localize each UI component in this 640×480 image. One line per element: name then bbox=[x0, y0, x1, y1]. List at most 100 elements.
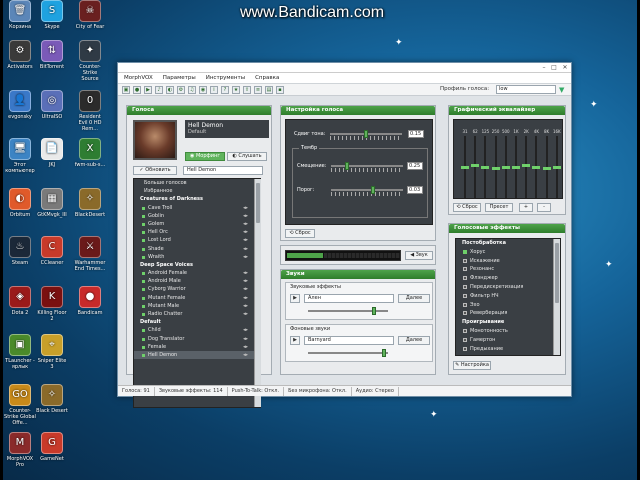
voice-list-item[interactable]: ◂▸ Radio Chatter bbox=[134, 310, 260, 318]
desktop-icon[interactable]: ✦ Counter-Strike Source bbox=[74, 40, 106, 82]
desktop-icon[interactable]: Xfwm-sub-s... bbox=[74, 138, 106, 168]
voice-list-scrollbar[interactable] bbox=[254, 179, 261, 407]
effect-category[interactable]: Проигрывание bbox=[456, 318, 560, 327]
fx-list-scroll-thumb[interactable] bbox=[555, 243, 559, 303]
effect-checkbox[interactable] bbox=[463, 337, 467, 342]
effect-list-item[interactable]: Гамертон bbox=[456, 336, 560, 345]
desktop-icon[interactable]: ◎ UltraISO bbox=[36, 90, 68, 120]
background-volume-knob[interactable] bbox=[382, 349, 386, 357]
voice-list-item[interactable]: ◂▸ Goblin bbox=[134, 212, 260, 220]
timbre-shift-knob[interactable] bbox=[345, 162, 349, 170]
desktop-icon[interactable]: ⚔ Warhammer End Times... bbox=[74, 236, 106, 272]
eq-band-knob[interactable] bbox=[512, 165, 520, 169]
eq-band-slider[interactable] bbox=[481, 136, 490, 198]
desktop-icon[interactable]: ✧ Black Desert bbox=[36, 384, 68, 414]
eq-band-knob[interactable] bbox=[552, 165, 561, 169]
effect-list-item[interactable]: Предыхание bbox=[456, 345, 560, 354]
effect-checkbox[interactable] bbox=[463, 284, 467, 289]
desktop-icon[interactable]: ⌖ Sniper Elite 3 bbox=[36, 334, 68, 370]
pitch-value[interactable]: 0.15 bbox=[408, 130, 424, 138]
desktop-icon[interactable]: G GameNet bbox=[36, 432, 68, 462]
close-icon[interactable]: ✕ bbox=[561, 64, 569, 71]
effect-list-item[interactable]: Эхо bbox=[456, 301, 560, 310]
eq-band-slider[interactable] bbox=[542, 136, 551, 198]
fx-list-scrollbar[interactable] bbox=[553, 239, 560, 355]
eq-band-knob[interactable] bbox=[481, 165, 490, 169]
desktop-icon[interactable]: ⚙ Activators bbox=[4, 40, 36, 70]
help-icon[interactable]: ? bbox=[221, 85, 229, 94]
eq-band-slider[interactable] bbox=[491, 136, 500, 198]
lock-icon[interactable]: ▪ bbox=[276, 85, 284, 94]
voice-list-item[interactable]: ◂▸ Android Female bbox=[134, 269, 260, 277]
eq-preset-button[interactable]: Пресет bbox=[485, 203, 513, 212]
threshold-knob[interactable] bbox=[371, 186, 375, 194]
background-volume-slider[interactable] bbox=[308, 352, 388, 354]
desktop-icon[interactable]: 👤 evgonsky bbox=[4, 90, 36, 120]
effect-list-item[interactable]: Флэнджер bbox=[456, 274, 560, 283]
effect-checkbox[interactable] bbox=[463, 311, 467, 316]
voice-list-item[interactable]: ◂▸ Hell Demon bbox=[134, 350, 260, 360]
effect-list-item[interactable]: Фильтр НЧ bbox=[456, 292, 560, 301]
voice-list-item[interactable]: ◂▸ Dog Translator bbox=[134, 335, 260, 343]
play-background-button[interactable]: ▶ bbox=[290, 336, 300, 345]
list-icon[interactable]: ≡ bbox=[254, 85, 262, 94]
desktop-icon[interactable]: 🖥 Этот компьютер bbox=[4, 138, 36, 174]
effect-list-item[interactable]: Резонанс bbox=[456, 265, 560, 274]
desktop-icon[interactable]: ☠ City of Fear bbox=[74, 0, 106, 30]
eq-add-button[interactable]: + bbox=[519, 203, 533, 212]
eq-band-slider[interactable] bbox=[461, 136, 469, 198]
minimize-icon[interactable]: – bbox=[540, 64, 548, 71]
menu-options[interactable]: Параметры bbox=[163, 75, 196, 81]
voice-list-item[interactable]: ◂▸ Mutant Female bbox=[134, 294, 260, 302]
voice-list-scroll-thumb[interactable] bbox=[256, 183, 260, 223]
voice-list-item[interactable]: Избранное bbox=[134, 187, 260, 195]
voice-list-item[interactable]: ◂▸ Wraith bbox=[134, 253, 260, 261]
effect-checkbox[interactable] bbox=[463, 302, 467, 307]
effect-next-button[interactable]: Далее bbox=[398, 294, 430, 303]
mic-icon[interactable]: ♪ bbox=[155, 85, 163, 94]
desktop-icon[interactable]: 🗑 Корзина bbox=[4, 0, 36, 30]
desktop-icon[interactable]: C CCleaner bbox=[36, 236, 68, 266]
effect-list-item[interactable]: Монотонность bbox=[456, 327, 560, 336]
effect-list-item[interactable]: Реверберация bbox=[456, 309, 560, 318]
play-icon[interactable]: ▶ bbox=[144, 85, 152, 94]
voice-list-item[interactable]: ◂▸ Android Male bbox=[134, 277, 260, 285]
effect-volume-slider[interactable] bbox=[308, 310, 388, 312]
desktop-icon[interactable]: 📄 JKJ bbox=[36, 138, 68, 168]
eq-band-slider[interactable] bbox=[532, 136, 541, 198]
threshold-slider[interactable] bbox=[331, 189, 403, 191]
menu-help[interactable]: Справка bbox=[255, 75, 279, 81]
voice-list-item[interactable]: ◂▸ Lost Lord bbox=[134, 236, 260, 244]
maximize-icon[interactable]: □ bbox=[550, 64, 558, 71]
menu-morphvox[interactable]: MorphVOX bbox=[124, 75, 153, 81]
chart-icon[interactable]: ▤ bbox=[265, 85, 273, 94]
wizard-icon[interactable]: ★ bbox=[232, 85, 240, 94]
voice-list-item[interactable]: ◂▸ Golem bbox=[134, 220, 260, 228]
voice-list-item[interactable]: ◂▸ Child bbox=[134, 326, 260, 334]
desktop-icon[interactable]: 0 Resident Evil 0 HD Rem... bbox=[74, 90, 106, 132]
effect-checkbox[interactable] bbox=[463, 267, 467, 272]
eq-band-slider[interactable] bbox=[552, 136, 561, 198]
effect-volume-knob[interactable] bbox=[372, 307, 376, 315]
voice-list-item[interactable]: ◂▸ Shade bbox=[134, 245, 260, 253]
effect-checkbox[interactable] bbox=[463, 346, 467, 351]
sound-icon[interactable]: ♫ bbox=[188, 85, 196, 94]
voice-list-item[interactable]: ◂▸ Hell Orc bbox=[134, 228, 260, 236]
effect-checkbox[interactable] bbox=[463, 328, 467, 333]
voice-list-item[interactable]: ◂▸ Cyborg Warrior bbox=[134, 285, 260, 293]
effect-category[interactable]: Постобработка bbox=[456, 239, 560, 248]
desktop-icon[interactable]: ⇅ BitTorrent bbox=[36, 40, 68, 70]
eq-band-slider[interactable] bbox=[501, 136, 510, 198]
eq-band-slider[interactable] bbox=[512, 136, 520, 198]
eq-band-knob[interactable] bbox=[461, 165, 469, 169]
desktop-icon[interactable]: ✧ BlackDesert bbox=[74, 188, 106, 218]
desktop-icon[interactable]: S Skype bbox=[36, 0, 68, 30]
effect-checkbox[interactable] bbox=[463, 258, 467, 263]
update-button[interactable]: ✓ Обновить bbox=[133, 166, 177, 175]
timbre-shift-slider[interactable] bbox=[331, 165, 403, 167]
play-effect-button[interactable]: ▶ bbox=[290, 294, 300, 303]
voice-list-item[interactable]: Больше голосов bbox=[134, 179, 260, 187]
desktop-icon[interactable]: ▣ TLauncher - ярлык bbox=[4, 334, 36, 370]
voice-category[interactable]: Default bbox=[134, 318, 260, 326]
filter-icon[interactable]: ▼ bbox=[559, 86, 564, 94]
